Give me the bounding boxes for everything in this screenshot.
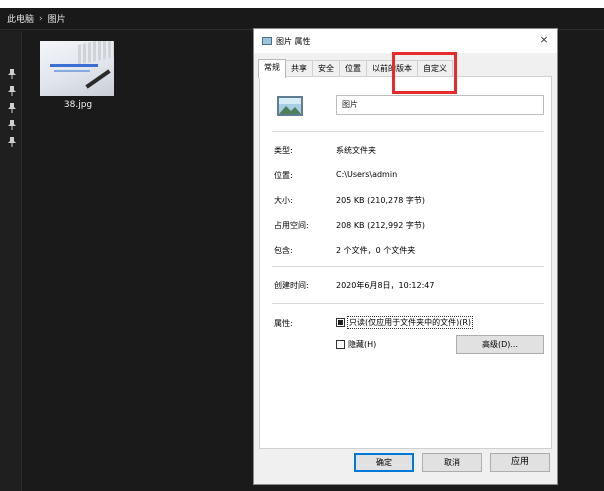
type-label: 类型: bbox=[274, 146, 293, 155]
folder-title-icon bbox=[262, 37, 272, 45]
location-value: C:\Users\admin bbox=[336, 170, 398, 179]
general-tab-panel: 图片 类型: 系统文件夹 位置: C:\Users\admin 大小: 205 … bbox=[259, 76, 552, 449]
type-value: 系统文件夹 bbox=[336, 146, 376, 155]
pin-icon[interactable] bbox=[8, 69, 16, 79]
attributes-label: 属性: bbox=[274, 319, 293, 328]
dialog-titlebar[interactable]: 图片 属性 × bbox=[254, 29, 557, 53]
created-value: 2020年6月8日，10:12:47 bbox=[336, 281, 435, 290]
breadcrumb-separator-icon: › bbox=[39, 13, 43, 24]
contains-value: 2 个文件，0 个文件夹 bbox=[336, 246, 416, 255]
folder-icon bbox=[277, 96, 303, 116]
hidden-checkbox[interactable]: 隐藏(H) bbox=[336, 339, 376, 350]
file-name: 38.jpg bbox=[63, 100, 93, 110]
size-label: 大小: bbox=[274, 196, 293, 205]
readonly-checkbox-box[interactable] bbox=[336, 318, 345, 327]
tab-security[interactable]: 安全 bbox=[312, 60, 340, 77]
navigation-pane bbox=[0, 31, 22, 491]
pin-icon[interactable] bbox=[8, 137, 16, 147]
folder-name-field[interactable]: 图片 bbox=[336, 95, 544, 115]
window-top-strip bbox=[0, 0, 604, 8]
location-label: 位置: bbox=[274, 171, 293, 180]
dialog-title: 图片 属性 bbox=[276, 36, 311, 46]
tab-general[interactable]: 常规 bbox=[258, 59, 286, 78]
pin-icon[interactable] bbox=[8, 120, 16, 130]
size-value: 205 KB (210,278 字节) bbox=[336, 196, 425, 205]
address-bar[interactable]: 此电脑 › 图片 bbox=[0, 8, 604, 30]
pin-icon[interactable] bbox=[8, 86, 16, 96]
pin-icon[interactable] bbox=[8, 103, 16, 113]
readonly-label: 只读(仅应用于文件夹中的文件)(R) bbox=[346, 316, 474, 329]
apply-button[interactable]: 应用 bbox=[490, 453, 550, 472]
readonly-checkbox[interactable]: 只读(仅应用于文件夹中的文件)(R) bbox=[336, 316, 474, 329]
properties-dialog: 图片 属性 × 常规 共享 安全 位置 以前的版本 自定义 图片 类型: 系统文… bbox=[253, 28, 558, 485]
image-thumbnail bbox=[40, 41, 114, 96]
cancel-button[interactable]: 取消 bbox=[422, 453, 482, 472]
size-on-disk-value: 208 KB (212,992 字节) bbox=[336, 221, 425, 230]
tab-location[interactable]: 位置 bbox=[339, 60, 367, 77]
breadcrumb-pictures[interactable]: 图片 bbox=[48, 12, 66, 25]
divider bbox=[272, 131, 544, 132]
hidden-label: 隐藏(H) bbox=[348, 340, 377, 349]
advanced-button[interactable]: 高级(D)... bbox=[456, 335, 544, 354]
tab-sharing[interactable]: 共享 bbox=[285, 60, 313, 77]
contains-label: 包含: bbox=[274, 246, 293, 255]
file-item[interactable]: 38.jpg bbox=[39, 39, 117, 117]
annotation-highlight-box bbox=[392, 52, 457, 94]
close-button[interactable]: × bbox=[537, 33, 551, 47]
breadcrumb-this-pc[interactable]: 此电脑 bbox=[7, 12, 34, 25]
ok-button[interactable]: 确定 bbox=[354, 453, 414, 472]
hidden-checkbox-box[interactable] bbox=[336, 340, 345, 349]
created-label: 创建时间: bbox=[274, 281, 309, 290]
divider bbox=[272, 303, 544, 304]
size-on-disk-label: 占用空间: bbox=[274, 221, 309, 230]
divider bbox=[272, 266, 544, 267]
